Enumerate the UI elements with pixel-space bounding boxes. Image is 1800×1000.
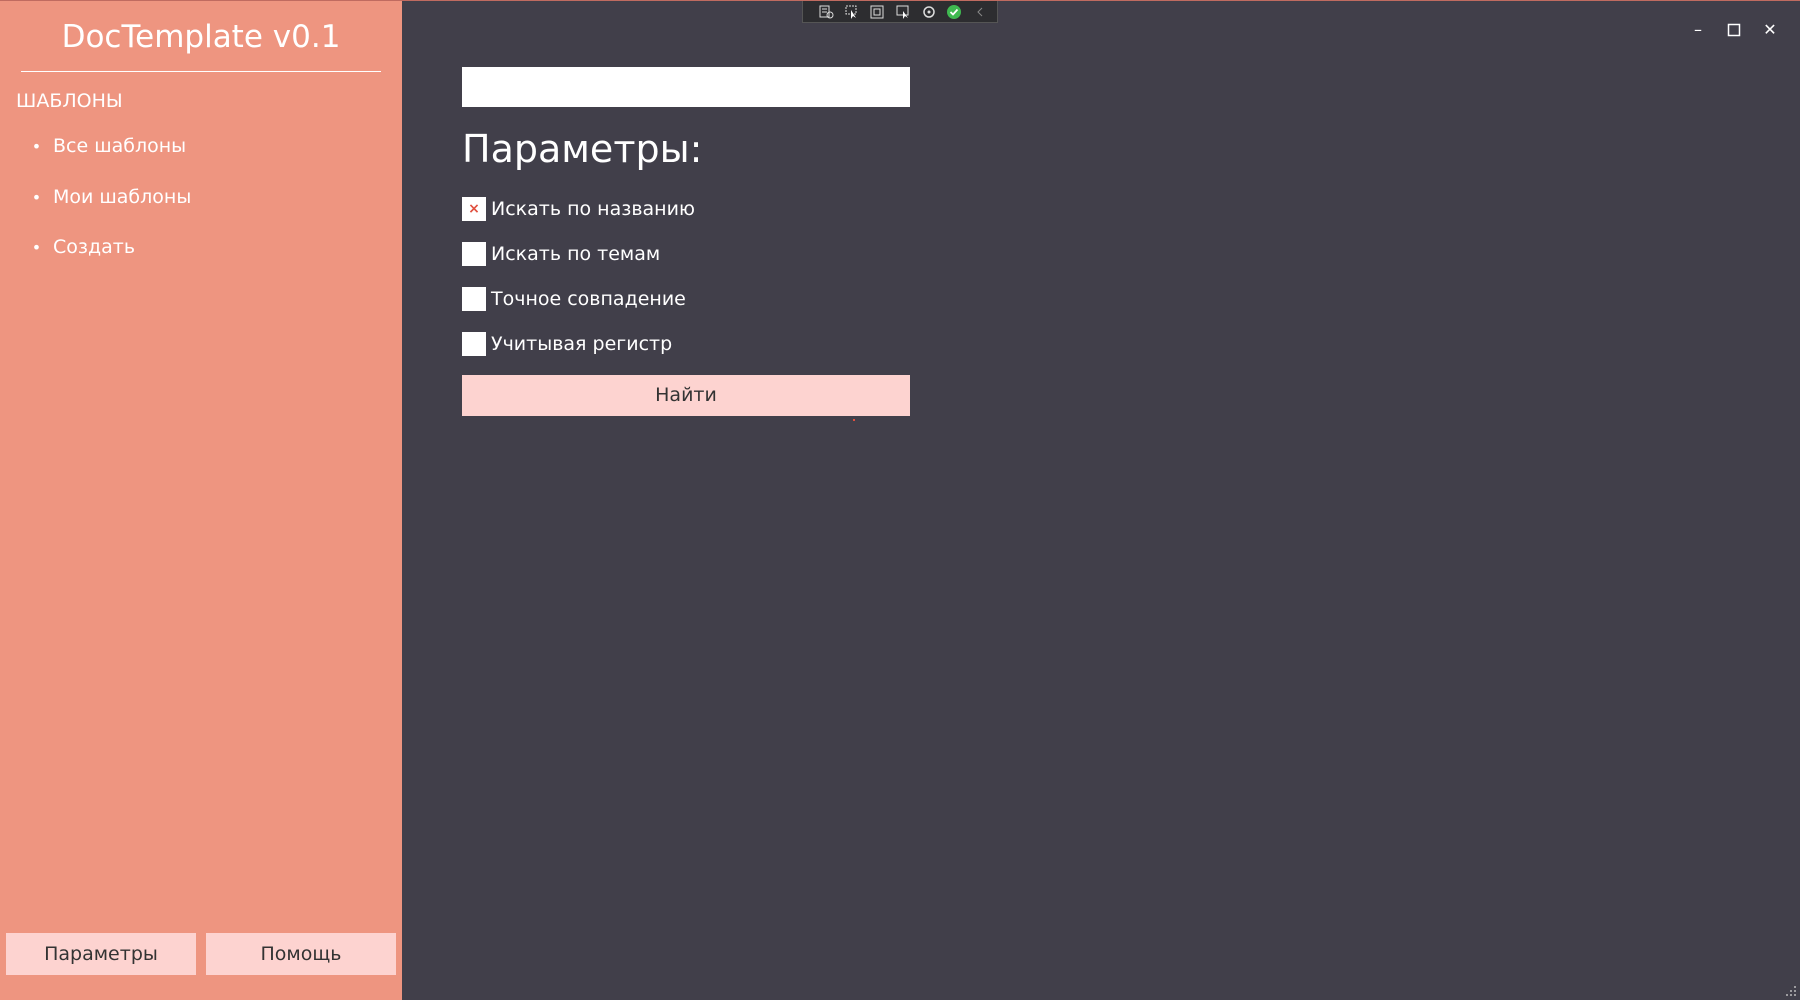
maximize-button[interactable] xyxy=(1719,15,1749,45)
sidebar-item-label: Все шаблоны xyxy=(53,135,187,157)
checkbox-box[interactable] xyxy=(462,332,486,356)
close-button[interactable]: ✕ xyxy=(1755,15,1785,45)
checkbox-label: Искать по названию xyxy=(491,198,695,220)
sidebar-item-label: Мои шаблоны xyxy=(53,186,192,208)
app-title: DocTemplate v0.1 xyxy=(61,19,341,55)
maximize-icon xyxy=(1727,23,1741,37)
sidebar: DocTemplate v0.1 ШАБЛОНЫ • Все шаблоны • М… xyxy=(0,1,402,1000)
settings-button[interactable]: Параметры xyxy=(6,933,196,975)
bullet-icon: • xyxy=(31,137,42,156)
checkbox-label: Точное совпадение xyxy=(491,288,686,310)
minimize-button[interactable]: – xyxy=(1683,15,1713,45)
live-visual-tree-icon[interactable] xyxy=(817,3,835,21)
check-mark-icon: × xyxy=(468,201,480,217)
title-divider xyxy=(21,71,381,72)
bullet-icon: • xyxy=(31,238,42,257)
display-layout-adorners-icon[interactable] xyxy=(868,3,886,21)
sidebar-item-my-templates[interactable]: • Мои шаблоны xyxy=(20,181,192,213)
debug-toolbar xyxy=(802,1,998,23)
parameters-heading: Параметры: xyxy=(462,127,703,171)
sidebar-section-title: ШАБЛОНЫ xyxy=(16,90,123,112)
resize-grip-icon[interactable] xyxy=(1785,985,1797,997)
case-sensitive-checkbox[interactable]: Учитывая регистр xyxy=(462,331,672,357)
checkbox-box[interactable] xyxy=(462,287,486,311)
bullet-icon: • xyxy=(31,188,42,207)
search-by-name-checkbox[interactable]: × Искать по названию xyxy=(462,196,695,222)
binding-check-icon[interactable] xyxy=(946,3,964,21)
search-by-topics-checkbox[interactable]: Искать по темам xyxy=(462,241,660,267)
checkbox-box[interactable]: × xyxy=(462,197,486,221)
checkbox-label: Учитывая регистр xyxy=(491,333,673,355)
hot-reload-icon[interactable] xyxy=(920,3,938,21)
sidebar-item-all-templates[interactable]: • Все шаблоны xyxy=(20,130,186,162)
help-button[interactable]: Помощь xyxy=(206,933,396,975)
search-input[interactable] xyxy=(462,67,910,107)
select-element-icon[interactable] xyxy=(843,3,861,21)
stray-pixel xyxy=(853,419,855,421)
sidebar-item-create[interactable]: • Создать xyxy=(20,231,135,263)
checkbox-label: Искать по темам xyxy=(491,243,661,265)
exact-match-checkbox[interactable]: Точное совпадение xyxy=(462,286,686,312)
collapse-chevron-icon[interactable] xyxy=(971,3,989,21)
main-window: DocTemplate v0.1 ШАБЛОНЫ • Все шаблоны • М… xyxy=(0,0,1800,1000)
track-focus-icon[interactable] xyxy=(894,3,912,21)
checkbox-box[interactable] xyxy=(462,242,486,266)
find-button[interactable]: Найти xyxy=(462,375,910,416)
sidebar-item-label: Создать xyxy=(53,236,136,258)
app-window: DocTemplate v0.1 ШАБЛОНЫ • Все шаблоны • М… xyxy=(0,0,1800,1000)
